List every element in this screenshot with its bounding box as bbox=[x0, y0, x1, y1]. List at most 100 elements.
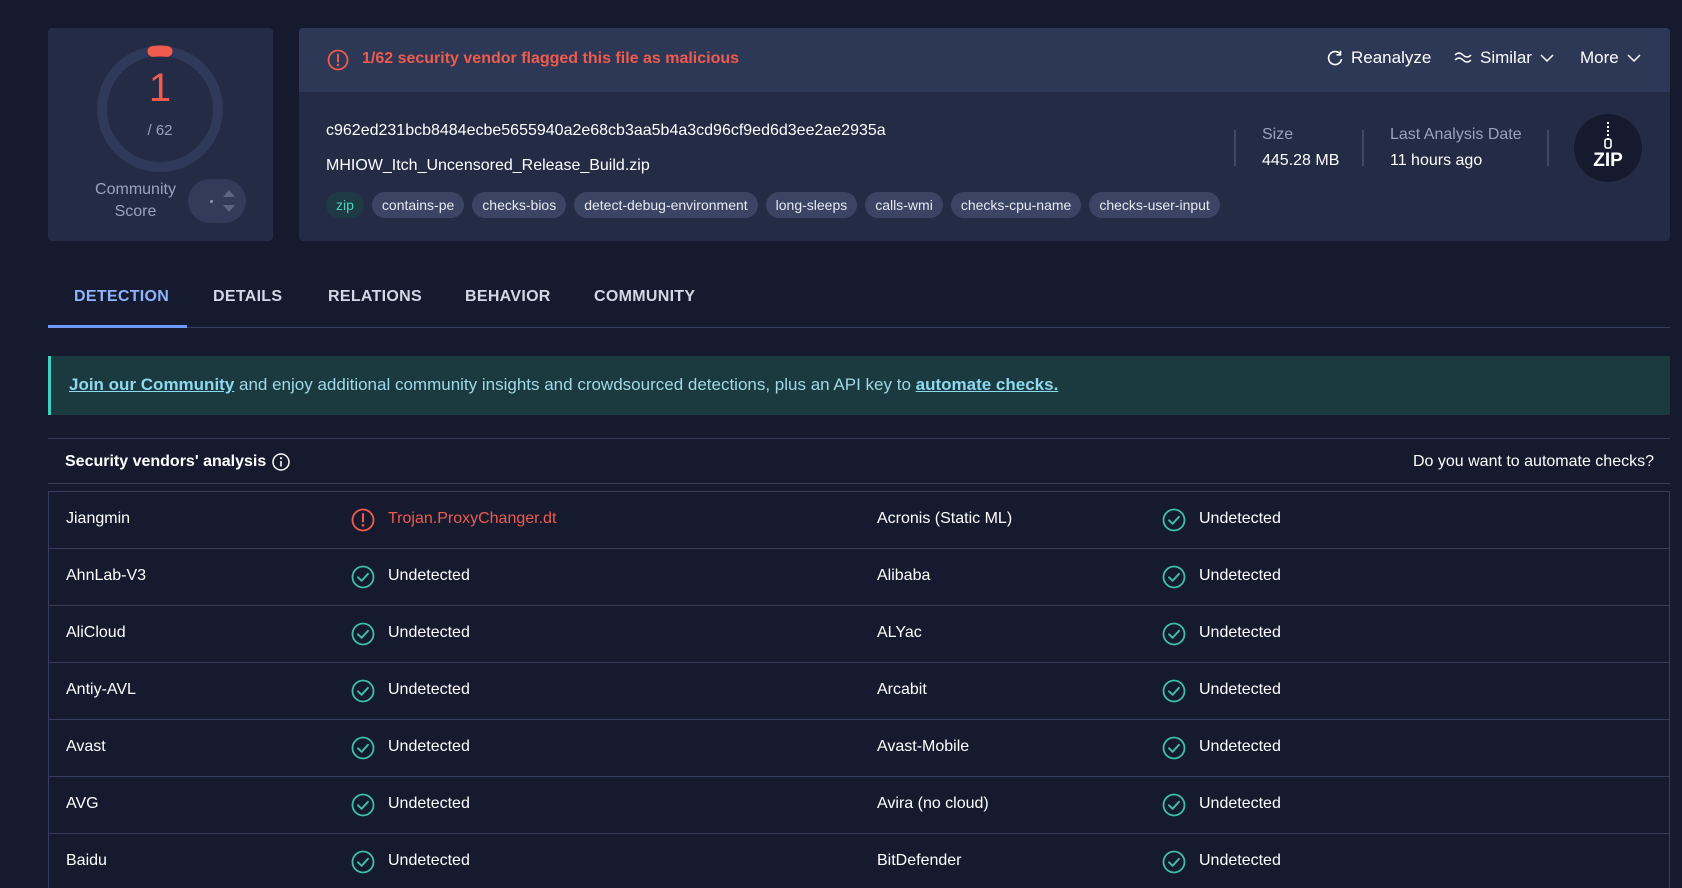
vendor-name: Avast-Mobile bbox=[877, 738, 970, 755]
vote-down-icon[interactable] bbox=[223, 205, 235, 212]
size-value: 445.28 MB bbox=[1262, 152, 1340, 169]
more-label: More bbox=[1580, 48, 1619, 67]
main-tabs: DETECTION DETAILS RELATIONS BEHAVIOR COM… bbox=[48, 266, 1670, 328]
vendor-name: Arcabit bbox=[877, 681, 927, 698]
info-icon[interactable] bbox=[271, 452, 291, 472]
similar-label: Similar bbox=[1480, 48, 1532, 67]
tag-checks-user-input[interactable]: checks-user-input bbox=[1089, 192, 1220, 218]
vendor-name: Avast bbox=[66, 738, 106, 755]
file-type-label: ZIP bbox=[1593, 150, 1623, 171]
file-hash[interactable]: c962ed231bcb8484ecbe5655940a2e68cb3aa5b4… bbox=[326, 122, 886, 140]
similar-dropdown[interactable]: Similar bbox=[1453, 48, 1555, 68]
vendor-name: AVG bbox=[66, 795, 99, 812]
tab-detection[interactable]: DETECTION bbox=[74, 288, 169, 306]
size-label: Size bbox=[1262, 126, 1294, 143]
alert-circle-icon bbox=[327, 49, 349, 71]
meta-divider bbox=[1362, 130, 1364, 166]
table-row: Antiy-AVL Undetected Arcabit Undetected bbox=[49, 663, 1669, 720]
check-circle-icon bbox=[351, 565, 375, 589]
vendors-table: Jiangmin Trojan.ProxyChanger.dt Acronis (S… bbox=[48, 491, 1670, 888]
detection-result[interactable]: Trojan.ProxyChanger.dt bbox=[388, 510, 556, 528]
last-analysis-value: 11 hours ago bbox=[1390, 152, 1483, 169]
tab-behavior[interactable]: BEHAVIOR bbox=[465, 288, 551, 306]
alert-header: 1/62 security vendor flagged this file a… bbox=[299, 28, 1670, 92]
check-circle-icon bbox=[351, 793, 375, 817]
detection-result: Undetected bbox=[388, 852, 470, 869]
similar-icon bbox=[1454, 52, 1472, 63]
reanalyze-button[interactable]: Reanalyze bbox=[1326, 48, 1431, 68]
community-score-label: Community Score bbox=[95, 181, 176, 220]
detection-result: Undetected bbox=[1199, 795, 1281, 812]
check-circle-icon bbox=[1162, 850, 1186, 874]
vendor-name: Antiy-AVL bbox=[66, 681, 136, 698]
vendor-name: AliCloud bbox=[66, 624, 126, 641]
tag-detect-debug-environment[interactable]: detect-debug-environment bbox=[574, 192, 758, 218]
tag-calls-wmi[interactable]: calls-wmi bbox=[865, 192, 943, 218]
vendor-name: Alibaba bbox=[877, 567, 931, 584]
check-circle-icon bbox=[351, 850, 375, 874]
active-tab-indicator bbox=[48, 325, 187, 328]
vendor-name: Avira (no cloud) bbox=[877, 795, 989, 812]
detection-result: Undetected bbox=[1199, 738, 1281, 755]
alert-text: 1/62 security vendor flagged this file a… bbox=[362, 50, 740, 67]
detection-result: Undetected bbox=[1199, 624, 1281, 641]
chevron-down-icon bbox=[1627, 54, 1641, 63]
vendor-name: Baidu bbox=[66, 852, 107, 869]
file-name: MHIOW_Itch_Uncensored_Release_Build.zip bbox=[326, 157, 650, 174]
table-row: AVG Undetected Avira (no cloud) Undetected bbox=[49, 777, 1669, 834]
vendors-analysis-header: Security vendors' analysis Do you want t… bbox=[48, 438, 1670, 484]
table-row: Avast Undetected Avast-Mobile Undetected bbox=[49, 720, 1669, 777]
community-banner: Join our Community and enjoy additional … bbox=[48, 356, 1670, 415]
detection-result: Undetected bbox=[1199, 852, 1281, 869]
table-row: Baidu Undetected BitDefender Undetected bbox=[49, 834, 1669, 888]
file-info-card: 1/62 security vendor flagged this file a… bbox=[299, 28, 1670, 241]
vote-up-icon[interactable] bbox=[223, 190, 235, 197]
detection-result: Undetected bbox=[388, 738, 470, 755]
check-circle-icon bbox=[351, 679, 375, 703]
reanalyze-label: Reanalyze bbox=[1351, 48, 1432, 67]
vendor-name: Acronis (Static ML) bbox=[877, 510, 1013, 527]
detection-result: Undetected bbox=[1199, 681, 1281, 698]
check-circle-icon bbox=[1162, 565, 1186, 589]
check-circle-icon bbox=[1162, 736, 1186, 760]
check-circle-icon bbox=[1162, 508, 1186, 532]
banner-text: Join our Community and enjoy additional … bbox=[69, 375, 1058, 395]
detection-score-card: 1 / 62 Community Score bbox=[48, 28, 273, 241]
more-dropdown[interactable]: More bbox=[1580, 48, 1642, 68]
automate-checks-prompt[interactable]: Do you want to automate checks? bbox=[1413, 453, 1654, 471]
automate-checks-link[interactable]: automate checks. bbox=[916, 375, 1059, 394]
vendor-name: ALYac bbox=[877, 624, 922, 641]
check-circle-icon bbox=[351, 622, 375, 646]
detection-result: Undetected bbox=[388, 681, 470, 698]
last-analysis-label: Last Analysis Date bbox=[1390, 126, 1522, 143]
refresh-icon bbox=[1327, 50, 1343, 66]
detection-score-value: 1 bbox=[148, 66, 172, 110]
file-tags: zip contains-pe checks-bios detect-debug… bbox=[326, 192, 1220, 218]
table-row: AhnLab-V3 Undetected Alibaba Undetected bbox=[49, 549, 1669, 606]
table-row: Jiangmin Trojan.ProxyChanger.dt Acronis (S… bbox=[49, 492, 1669, 549]
tag-contains-pe[interactable]: contains-pe bbox=[371, 192, 465, 218]
detection-result: Undetected bbox=[1199, 510, 1281, 527]
detection-result: Undetected bbox=[388, 567, 470, 584]
detection-result: Undetected bbox=[388, 624, 470, 641]
malicious-alert-icon bbox=[351, 508, 375, 532]
join-community-link[interactable]: Join our Community bbox=[69, 375, 234, 394]
table-row: AliCloud Undetected ALYac Undetected bbox=[49, 606, 1669, 663]
detection-score-total: / 62 bbox=[147, 122, 173, 139]
tab-relations[interactable]: RELATIONS bbox=[328, 288, 422, 306]
tag-zip[interactable]: zip bbox=[326, 192, 364, 218]
vendor-name: BitDefender bbox=[877, 852, 962, 869]
tag-long-sleeps[interactable]: long-sleeps bbox=[765, 192, 858, 218]
check-circle-icon bbox=[1162, 622, 1186, 646]
tag-checks-cpu-name[interactable]: checks-cpu-name bbox=[950, 192, 1082, 218]
zip-file-icon: ZIP bbox=[1574, 114, 1642, 182]
vendors-analysis-title: Security vendors' analysis bbox=[65, 453, 267, 470]
tab-details[interactable]: DETAILS bbox=[213, 288, 282, 306]
detection-result: Undetected bbox=[388, 795, 470, 812]
check-circle-icon bbox=[1162, 679, 1186, 703]
meta-divider bbox=[1234, 130, 1236, 166]
tag-checks-bios[interactable]: checks-bios bbox=[472, 192, 567, 218]
tab-community[interactable]: COMMUNITY bbox=[594, 288, 695, 306]
community-score-widget[interactable] bbox=[188, 179, 246, 223]
community-score-dot bbox=[210, 200, 213, 203]
